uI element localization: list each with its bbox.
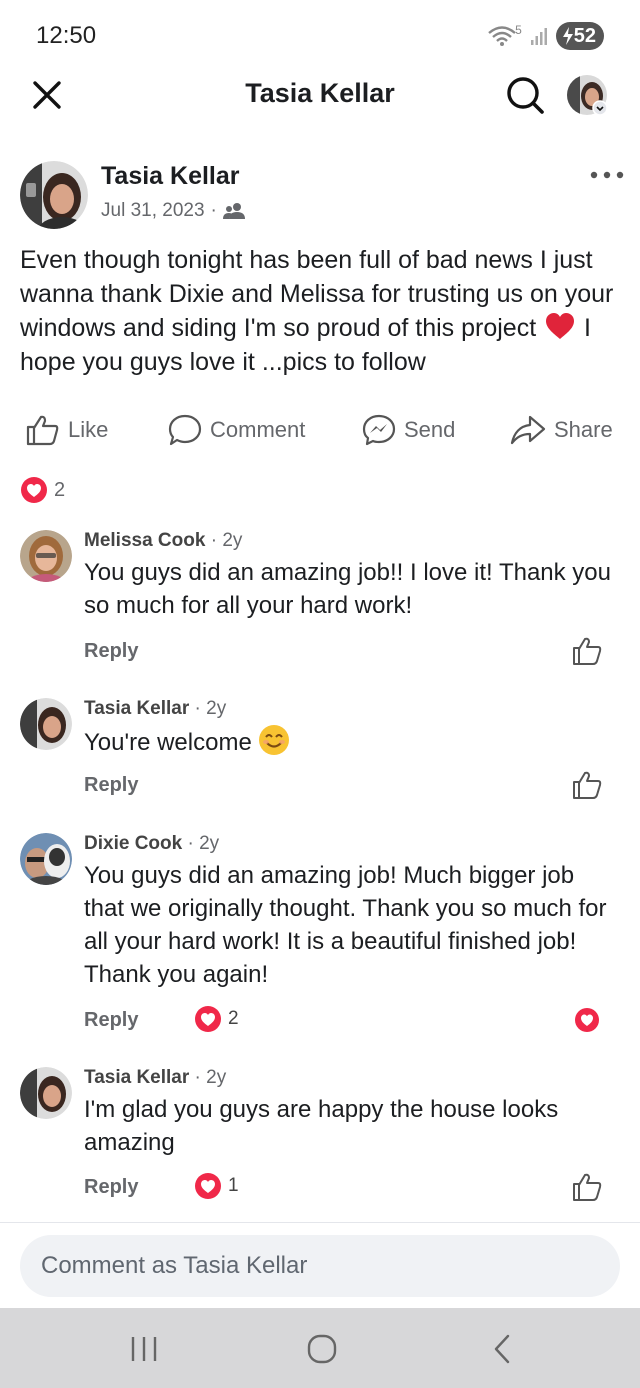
profile-avatar-menu[interactable] — [566, 74, 608, 116]
share-arrow-icon — [510, 415, 546, 445]
comment-input[interactable]: Comment as Tasia Kellar — [20, 1235, 620, 1297]
comment-text: You're welcome — [84, 724, 614, 759]
signal-icon — [530, 28, 547, 45]
reply-button[interactable]: Reply — [84, 1009, 138, 1032]
charging-icon — [562, 27, 573, 45]
comment-bubble-icon — [168, 414, 202, 446]
system-navigation-bar — [0, 1308, 640, 1388]
comment-text: You guys did an amazing job!! I love it!… — [84, 559, 612, 619]
status-bar: 12:50 5 52 — [0, 0, 640, 70]
red-heart-emoji-icon — [546, 313, 575, 339]
comment-author-line: Melissa Cook · 2y — [84, 530, 243, 551]
post-reaction-summary[interactable]: 2 — [20, 476, 65, 504]
wifi-icon — [488, 26, 516, 46]
comment-composer-bar: Comment as Tasia Kellar — [0, 1222, 640, 1308]
comment-input-placeholder: Comment as Tasia Kellar — [41, 1252, 308, 1279]
commenter-avatar[interactable] — [20, 530, 72, 582]
send-label: Send — [404, 417, 456, 442]
comment-reaction-count: 1 — [228, 1175, 239, 1196]
battery-level: 52 — [573, 24, 596, 47]
home-icon[interactable] — [305, 1332, 339, 1366]
comment-like-icon[interactable] — [572, 636, 602, 666]
love-reaction-icon — [195, 1006, 221, 1032]
top-bar: Tasia Kellar — [0, 70, 640, 120]
post-author-name[interactable]: Tasia Kellar — [101, 162, 240, 191]
comment-time: 2y — [199, 833, 220, 854]
commenter-avatar[interactable] — [20, 833, 72, 885]
more-options-icon[interactable] — [588, 168, 626, 182]
comment-like-icon[interactable] — [572, 1172, 602, 1202]
comment-text: You guys did an amazing job! Much bigger… — [84, 862, 607, 988]
like-button[interactable]: Like — [26, 414, 108, 446]
comment-label: Comment — [210, 417, 306, 442]
friends-audience-icon — [222, 203, 245, 219]
commenter-avatar[interactable] — [20, 1067, 72, 1119]
search-icon[interactable] — [504, 74, 546, 116]
reply-button[interactable]: Reply — [84, 1176, 138, 1199]
comment-time: 2y — [222, 530, 243, 551]
love-reaction-icon — [195, 1173, 221, 1199]
comment-author-line: Tasia Kellar · 2y — [84, 1067, 227, 1088]
comment-author[interactable]: Tasia Kellar — [84, 1067, 189, 1088]
comment-author[interactable]: Melissa Cook — [84, 530, 205, 551]
share-label: Share — [554, 417, 613, 442]
love-reaction-icon — [21, 477, 47, 503]
meta-separator: · — [210, 200, 217, 221]
reply-button[interactable]: Reply — [84, 774, 138, 797]
comment-author[interactable]: Tasia Kellar — [84, 698, 189, 719]
author-avatar[interactable] — [20, 161, 88, 229]
share-button[interactable]: Share — [510, 414, 613, 446]
comment-text-body: You're welcome — [84, 729, 252, 756]
post-meta: Jul 31, 2023 · — [101, 200, 245, 222]
commenter-avatar[interactable] — [20, 698, 72, 750]
comment-author-line: Dixie Cook · 2y — [84, 833, 220, 854]
status-time: 12:50 — [36, 22, 97, 49]
comment-author-line: Tasia Kellar · 2y — [84, 698, 227, 719]
post-body: Even though tonight has been full of bad… — [20, 243, 620, 379]
comment-like-icon[interactable] — [572, 770, 602, 800]
reply-button[interactable]: Reply — [84, 640, 138, 663]
post-actions-bar: Like Comment Send Share — [0, 406, 640, 452]
close-icon[interactable] — [28, 76, 66, 114]
messenger-icon — [362, 414, 396, 446]
send-button[interactable]: Send — [362, 414, 455, 446]
comment-reaction-count: 2 — [228, 1008, 239, 1029]
recent-apps-icon[interactable] — [127, 1332, 161, 1366]
post-text-part-1: Even though tonight has been full of bad… — [20, 246, 614, 342]
back-icon[interactable] — [486, 1332, 520, 1366]
network-type-label: 5 — [515, 23, 522, 37]
thumbs-up-icon — [26, 415, 59, 446]
comment-time: 2y — [206, 1067, 227, 1088]
smiling-face-emoji-icon — [259, 725, 290, 755]
like-label: Like — [68, 417, 109, 442]
love-reacted-icon[interactable] — [572, 1005, 602, 1035]
post-reaction-count: 2 — [54, 478, 66, 501]
comment-reaction-summary[interactable]: 2 — [194, 1005, 239, 1033]
battery-indicator: 52 — [555, 22, 604, 50]
comment-text: I'm glad you guys are happy the house lo… — [84, 1096, 559, 1156]
post-date[interactable]: Jul 31, 2023 — [101, 200, 205, 222]
comment-reaction-summary[interactable]: 1 — [194, 1172, 239, 1200]
comment-author[interactable]: Dixie Cook — [84, 833, 182, 854]
status-icons: 5 52 — [487, 22, 604, 50]
comment-button[interactable]: Comment — [168, 414, 305, 446]
comment-time: 2y — [206, 698, 227, 719]
